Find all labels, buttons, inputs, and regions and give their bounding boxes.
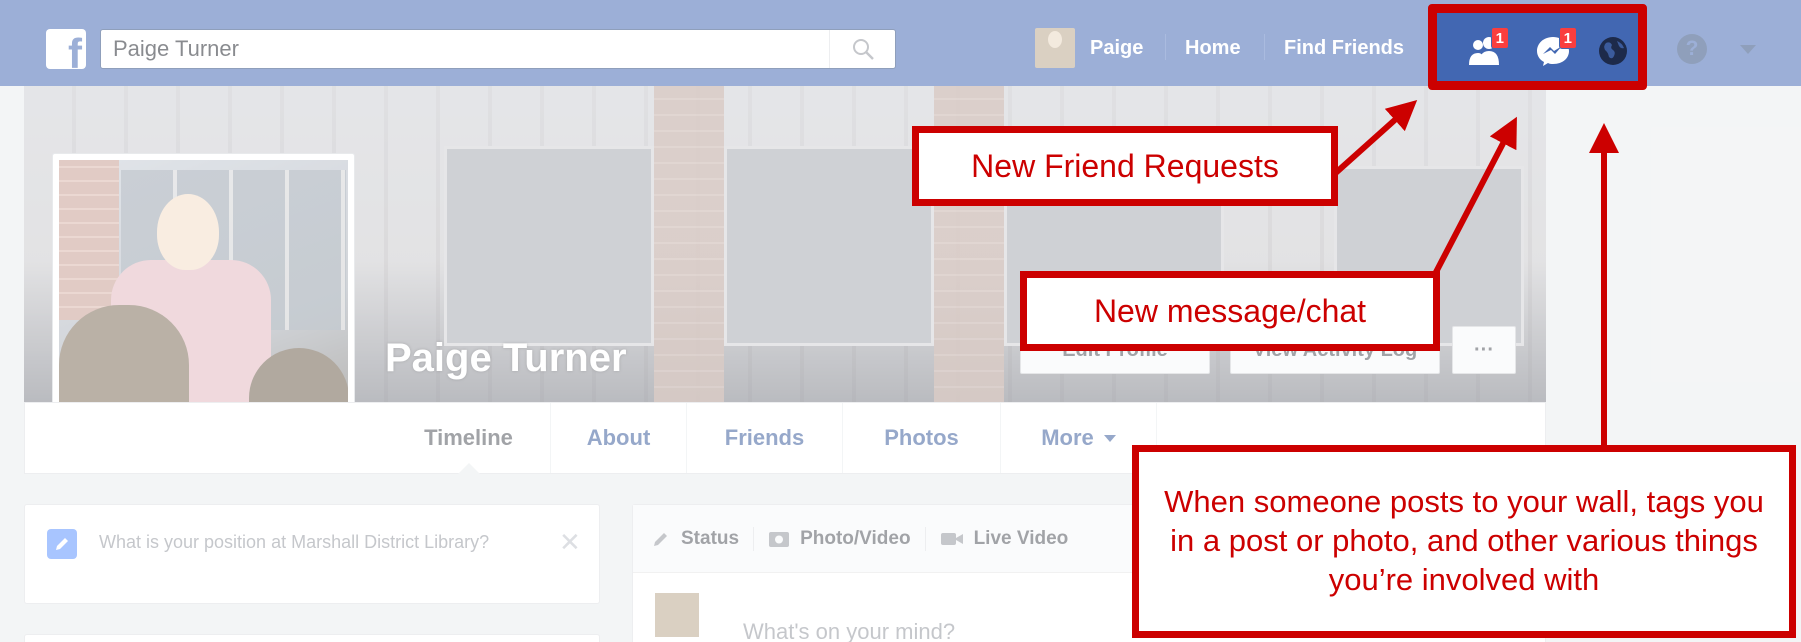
friend-requests-callout: New Friend Requests xyxy=(912,126,1338,206)
messages-callout: New message/chat xyxy=(1020,271,1440,351)
friend-requests-arrow xyxy=(1327,99,1418,181)
notifications-callout: When someone posts to your wall, tags yo… xyxy=(1132,445,1796,638)
messages-arrow xyxy=(1432,116,1517,276)
